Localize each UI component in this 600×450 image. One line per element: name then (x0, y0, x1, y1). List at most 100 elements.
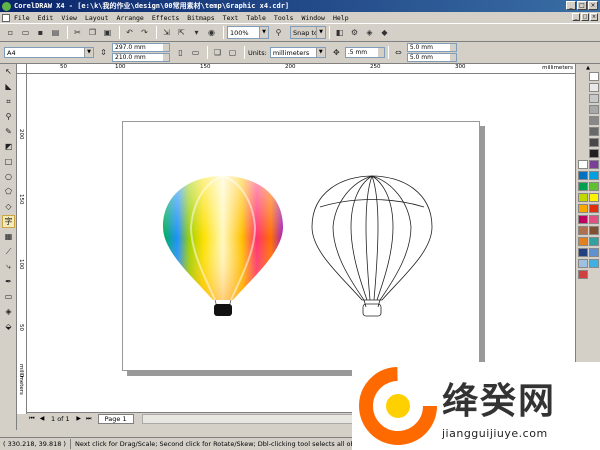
all-pages-icon[interactable]: ❏ (211, 46, 224, 59)
color-swatch[interactable] (589, 237, 599, 246)
crop-tool-icon[interactable]: ⌗ (2, 95, 15, 108)
zoom-icon[interactable]: ⚲ (272, 26, 285, 39)
app-launcher-icon[interactable]: ▾ (190, 26, 203, 39)
outline-tool-icon[interactable]: ▭ (2, 290, 15, 303)
color-swatch[interactable] (589, 215, 599, 224)
rectangle-tool-icon[interactable]: □ (2, 155, 15, 168)
document-icon[interactable] (2, 13, 10, 22)
color-swatch[interactable] (589, 138, 599, 147)
minimize-button[interactable]: _ (566, 1, 576, 10)
landscape-icon[interactable]: ▭ (189, 46, 202, 59)
color-swatch[interactable] (578, 182, 588, 191)
zoom-level-combo[interactable]: 100% ▼ (227, 26, 269, 39)
doc-minimize-button[interactable]: _ (572, 13, 580, 21)
paste-icon[interactable]: ▣ (101, 26, 114, 39)
close-button[interactable]: × (588, 1, 598, 10)
color-swatch[interactable] (589, 171, 599, 180)
color-swatch[interactable] (589, 193, 599, 202)
spin-arrows-icon[interactable] (163, 54, 169, 61)
corel-online-icon[interactable]: ◉ (205, 26, 218, 39)
smart-fill-tool-icon[interactable]: ◩ (2, 140, 15, 153)
color-swatch[interactable] (589, 204, 599, 213)
nudge-offset-field[interactable]: .5 mm (344, 47, 385, 58)
spin-arrows-icon[interactable] (449, 44, 456, 51)
color-swatch[interactable] (578, 259, 588, 268)
undo-icon[interactable]: ↶ (123, 26, 136, 39)
print-icon[interactable]: ▤ (49, 26, 62, 39)
cut-icon[interactable]: ✂ (71, 26, 84, 39)
copy-icon[interactable]: ❐ (86, 26, 99, 39)
color-swatch[interactable] (578, 248, 588, 257)
menu-bitmaps[interactable]: Bitmaps (187, 14, 214, 22)
color-swatch[interactable] (578, 204, 588, 213)
new-document-icon[interactable]: ▫ (4, 26, 17, 39)
previous-page-icon[interactable]: ◀ (37, 414, 47, 424)
menu-arrange[interactable]: Arrange (116, 14, 143, 22)
vertical-ruler[interactable]: 200 150 100 50 0 millimeters (17, 74, 27, 414)
text-tool-icon[interactable]: 字 (2, 215, 15, 228)
interactive-fill-tool-icon[interactable]: ⬙ (2, 320, 15, 333)
color-swatch[interactable] (589, 149, 599, 158)
color-swatch[interactable] (589, 259, 599, 268)
ruler-origin[interactable] (17, 64, 27, 74)
menu-tools[interactable]: Tools (274, 14, 294, 22)
color-swatch[interactable] (589, 182, 599, 191)
color-swatch[interactable] (578, 215, 588, 224)
doc-close-button[interactable]: × (590, 13, 598, 21)
duplicate-x-field[interactable]: 5.0 mm (406, 43, 457, 52)
drawing-page[interactable] (122, 121, 480, 371)
shape-tool-icon[interactable]: ◣ (2, 80, 15, 93)
color-swatch[interactable] (589, 226, 599, 235)
duplicate-y-field[interactable]: 5.0 mm (406, 53, 457, 62)
current-page-icon[interactable]: ▢ (226, 46, 239, 59)
color-swatch[interactable] (578, 237, 588, 246)
import-icon[interactable]: ⇲ (160, 26, 173, 39)
export-icon[interactable]: ⇱ (175, 26, 188, 39)
options-icon[interactable]: ⚙ (348, 26, 361, 39)
palette-scroll-up-icon[interactable]: ▲ (576, 64, 600, 72)
page-tab[interactable]: Page 1 (97, 414, 134, 424)
save-icon[interactable]: ▪ (34, 26, 47, 39)
table-tool-icon[interactable]: ▦ (2, 230, 15, 243)
color-swatch[interactable] (589, 127, 599, 136)
menu-help[interactable]: Help (333, 14, 349, 22)
color-swatch[interactable] (589, 248, 599, 257)
color-swatch[interactable] (578, 171, 588, 180)
basic-shapes-tool-icon[interactable]: ◇ (2, 200, 15, 213)
menu-table[interactable]: Table (246, 14, 266, 22)
color-swatch[interactable] (578, 160, 588, 169)
ellipse-tool-icon[interactable]: ○ (2, 170, 15, 183)
color-swatch[interactable] (589, 116, 599, 125)
menu-layout[interactable]: Layout (85, 14, 108, 22)
menu-text[interactable]: Text (223, 14, 239, 22)
snap-to-dropdown[interactable]: Snap to ▼ (290, 26, 326, 39)
outline-balloon[interactable] (311, 175, 433, 317)
color-swatch[interactable] (589, 160, 599, 169)
maximize-button[interactable]: □ (577, 1, 587, 10)
color-swatch[interactable] (589, 105, 599, 114)
menu-view[interactable]: View (61, 14, 77, 22)
open-folder-icon[interactable]: ▭ (19, 26, 32, 39)
redo-icon[interactable]: ↷ (138, 26, 151, 39)
eyedropper-tool-icon[interactable]: ✒ (2, 275, 15, 288)
polygon-tool-icon[interactable]: ⬠ (2, 185, 15, 198)
portrait-icon[interactable]: ▯ (174, 46, 187, 59)
page-width-field[interactable]: 297.0 mm (112, 43, 170, 52)
page-height-field[interactable]: 210.0 mm (112, 53, 170, 62)
doc-restore-button[interactable]: □ (581, 13, 589, 21)
connector-tool-icon[interactable]: ⤷ (2, 260, 15, 273)
dimension-tool-icon[interactable]: ⟋ (2, 245, 15, 258)
color-swatch[interactable] (578, 193, 588, 202)
color-swatch[interactable] (589, 72, 599, 81)
menu-edit[interactable]: Edit (38, 14, 54, 22)
fill-tool-icon[interactable]: ◈ (2, 305, 15, 318)
color-swatch[interactable] (578, 270, 588, 279)
horizontal-ruler[interactable]: 50 100 150 200 250 300 millimeters (27, 64, 575, 74)
units-select[interactable]: millimeters ▼ (269, 47, 326, 58)
spin-arrows-icon[interactable] (163, 44, 169, 51)
first-page-icon[interactable]: ⏮ (27, 414, 37, 424)
next-page-icon[interactable]: ▶ (74, 414, 84, 424)
pick-tool-icon[interactable]: ↖ (2, 65, 15, 78)
color-swatch[interactable] (578, 226, 588, 235)
spin-arrows-icon[interactable] (377, 48, 384, 57)
